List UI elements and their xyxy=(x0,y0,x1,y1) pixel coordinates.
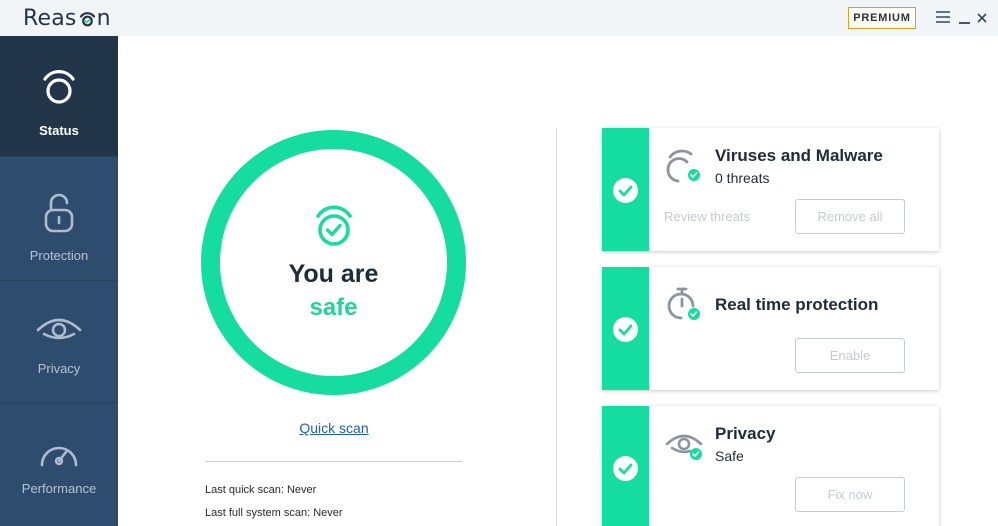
review-threats-link[interactable]: Review threats xyxy=(664,209,750,224)
card-title: Privacy xyxy=(715,424,776,443)
check-circle-icon xyxy=(613,456,638,481)
status-headline: You are xyxy=(288,260,379,288)
last-quick-scan: Last quick scan: Never xyxy=(205,484,316,496)
sidebar-item-status[interactable]: Status xyxy=(0,36,118,157)
sidebar-item-label: Protection xyxy=(29,248,89,263)
sidebar-item-label: Privacy xyxy=(37,361,81,376)
eye-icon xyxy=(665,434,703,460)
logo-text-prefix: Reas xyxy=(23,5,77,31)
last-quick-scan-label: Last quick scan: xyxy=(205,484,284,496)
remove-all-button[interactable]: Remove all xyxy=(795,199,905,234)
sidebar-item-label: Performance xyxy=(21,481,97,496)
close-icon[interactable] xyxy=(975,8,991,26)
minimize-icon[interactable] xyxy=(957,8,973,26)
fix-now-button[interactable]: Fix now xyxy=(795,477,905,512)
lock-icon xyxy=(44,193,74,233)
sidebar-item-performance[interactable]: Performance xyxy=(0,403,118,526)
check-circle-icon xyxy=(613,178,638,203)
app-logo: Reas n xyxy=(23,4,111,32)
sidebar-item-privacy[interactable]: Privacy xyxy=(0,281,118,403)
card-title: Viruses and Malware xyxy=(715,146,883,165)
status-state: safe xyxy=(309,294,358,321)
last-full-scan-value: Never xyxy=(313,507,343,519)
last-quick-scan-value: Never xyxy=(286,484,317,496)
shield-status-icon xyxy=(43,70,75,104)
stopwatch-icon xyxy=(667,287,700,320)
card-status-strip xyxy=(602,406,649,526)
card-status-strip xyxy=(602,128,649,251)
check-circle-icon xyxy=(613,317,638,342)
card-privacy: Privacy Safe Fix now xyxy=(602,406,939,526)
card-real-time-protection: Real time protection Enable xyxy=(602,267,939,390)
card-status-strip xyxy=(602,267,649,390)
card-subtitle: Safe xyxy=(715,448,744,464)
sidebar-item-label: Status xyxy=(39,123,79,138)
last-full-scan-label: Last full system scan: xyxy=(205,507,311,519)
vertical-divider xyxy=(556,128,557,526)
menu-icon[interactable] xyxy=(935,8,951,26)
title-bar: Reas n PREMIUM xyxy=(0,0,998,36)
card-title: Real time protection xyxy=(715,295,879,314)
scan-status-icon xyxy=(666,149,700,183)
safe-shield-icon xyxy=(316,205,352,246)
sidebar: Status Protection Privacy Performance xyxy=(0,36,118,526)
card-subtitle: 0 threats xyxy=(715,170,770,186)
sidebar-item-protection[interactable]: Protection xyxy=(0,157,118,281)
enable-button[interactable]: Enable xyxy=(795,338,905,373)
quick-scan-link[interactable]: Quick scan xyxy=(270,420,398,436)
divider xyxy=(205,461,462,462)
eye-icon xyxy=(36,318,82,340)
logo-text-suffix: n xyxy=(96,5,111,31)
logo-o-icon xyxy=(78,9,97,28)
premium-button[interactable]: PREMIUM xyxy=(848,7,916,29)
app-window: Reas n PREMIUM Status Protection Privacy… xyxy=(0,0,998,526)
last-full-scan: Last full system scan: Never xyxy=(205,507,343,519)
card-viruses-malware: Viruses and Malware 0 threats Review thr… xyxy=(602,128,939,251)
speedometer-icon xyxy=(40,446,78,467)
